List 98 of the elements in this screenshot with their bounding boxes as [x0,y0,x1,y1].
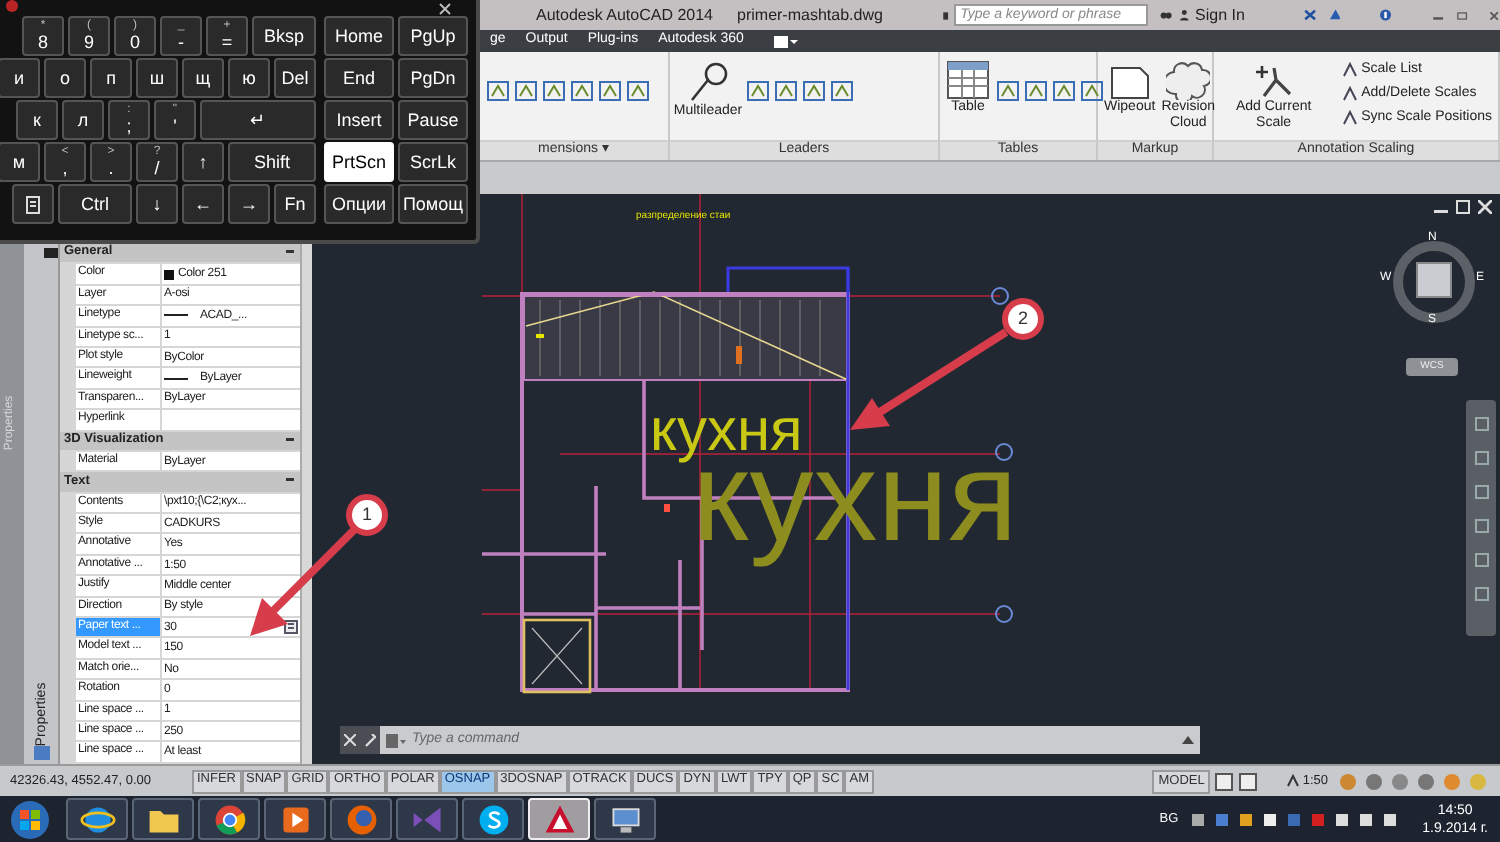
tool-icon[interactable] [1024,80,1048,102]
collapse-icon[interactable] [286,478,294,485]
keyboard-key[interactable]: ScrLk [398,142,468,182]
keyboard-key[interactable]: ↵ [200,100,316,140]
line-sample-icon [164,312,188,319]
tool-icon[interactable] [486,80,510,102]
taskbar-app-button[interactable] [198,798,260,840]
navigation-tool-icon[interactable] [1473,450,1489,466]
keyboard-key[interactable]: щ [182,58,224,98]
tool-icon[interactable] [598,80,622,102]
start-button[interactable] [10,799,50,839]
tool-icon [946,60,990,100]
sign-in-link[interactable]: Sign In [1195,3,1245,27]
keyboard-key[interactable]: Fn [274,184,316,224]
tool-icon[interactable] [1080,80,1104,102]
keyboard-key[interactable]: Shift [228,142,316,182]
keyboard-key[interactable]: Опции [324,184,394,224]
keyboard-key[interactable]: End [324,58,394,98]
tool-icon [686,60,730,104]
keyboard-key[interactable]: Pause [398,100,468,140]
tool-icon[interactable] [570,80,594,102]
keyboard-key[interactable]: ↓ [136,184,178,224]
toolbar-icon[interactable] [942,7,951,23]
compass-ring[interactable] [1390,238,1478,326]
maximize-icon[interactable] [1455,7,1468,23]
keyboard-key[interactable]: м [0,142,40,182]
scrollbar[interactable] [300,244,312,764]
keyboard-key[interactable]: о [44,58,86,98]
connect-icon[interactable] [1329,6,1341,24]
tool-icon[interactable] [996,80,1020,102]
keyboard-key[interactable] [12,184,54,224]
tool-icon[interactable] [830,80,854,102]
callout-arrow [250,527,357,636]
keyboard-key[interactable]: и [0,58,40,98]
keyboard-key[interactable]: Del [274,58,316,98]
taskbar-app-button[interactable] [132,798,194,840]
navigation-tool-icon[interactable] [1473,552,1489,568]
menu-icon [26,195,40,213]
user-icon[interactable] [1180,6,1190,24]
taskbar-app-button[interactable] [462,798,524,840]
app-icon [409,801,445,837]
app-icon [475,801,511,837]
wrench-icon[interactable] [364,733,376,747]
scale-icon [1286,774,1301,788]
keyboard-key[interactable]: ↑ [182,142,224,182]
tool-icon[interactable] [1052,80,1076,102]
tool-icon[interactable] [802,80,826,102]
taskbar-app-button[interactable] [66,798,128,840]
tool-icon[interactable] [626,80,650,102]
file-name: primer-mashtab.dwg [737,3,883,27]
exchange-icon[interactable] [1304,6,1318,24]
keyboard-key[interactable]: PgUp [398,16,468,56]
keyboard-key[interactable]: Insert [324,100,394,140]
tool-icon[interactable] [774,80,798,102]
layout-icon[interactable] [1238,771,1259,791]
app-icon [277,801,313,837]
taskbar-app-button[interactable] [264,798,326,840]
expand-icon[interactable] [1182,736,1194,744]
app-icon [541,801,577,837]
tab-options-icon[interactable] [773,35,798,47]
tool-icon[interactable] [746,80,770,102]
restore-icon[interactable] [1456,200,1470,214]
tool-icon [1251,60,1296,100]
keyboard-key[interactable]: п [90,58,132,98]
app-icon [211,801,247,837]
calculator-icon[interactable] [284,620,298,635]
tool-icon [1166,60,1211,100]
keyboard-key[interactable]: ← [182,184,224,224]
keyboard-key[interactable]: ш [136,58,178,98]
keyboard-key[interactable]: PrtScn [324,142,394,182]
navigation-tool-icon[interactable] [1473,518,1489,534]
keyboard-key[interactable]: ю [228,58,270,98]
navigation-tool-icon[interactable] [1473,484,1489,500]
navigation-tool-icon[interactable] [1473,586,1489,602]
keyboard-key[interactable]: Помощ [398,184,468,224]
taskbar-app-button[interactable] [594,798,656,840]
command-history-icon[interactable] [386,733,406,747]
tool-icon[interactable] [542,80,566,102]
collapse-icon[interactable] [286,437,294,444]
close-icon[interactable] [438,2,452,16]
app-icon [4,0,20,12]
line-sample-icon [164,375,188,382]
keyboard-key[interactable]: → [228,184,270,224]
collapse-icon[interactable] [286,250,294,257]
keyboard-key[interactable]: л [62,100,104,140]
keyboard-key[interactable]: Ctrl [58,184,132,224]
layout-icon[interactable] [1214,771,1235,791]
help-icon[interactable] [1380,6,1392,24]
keyboard-key[interactable]: PgDn [398,58,468,98]
keyboard-key[interactable]: Bksp [252,16,316,56]
app-icon [343,801,379,837]
window-title: Autodesk AutoCAD 2014 [536,3,714,27]
tool-icon[interactable] [514,80,538,102]
app-icon [79,801,115,837]
keyboard-key[interactable]: к [16,100,58,140]
navigation-tool-icon[interactable] [1473,416,1489,432]
keyboard-key[interactable]: Home [324,16,394,56]
color-swatch-icon [164,269,174,280]
